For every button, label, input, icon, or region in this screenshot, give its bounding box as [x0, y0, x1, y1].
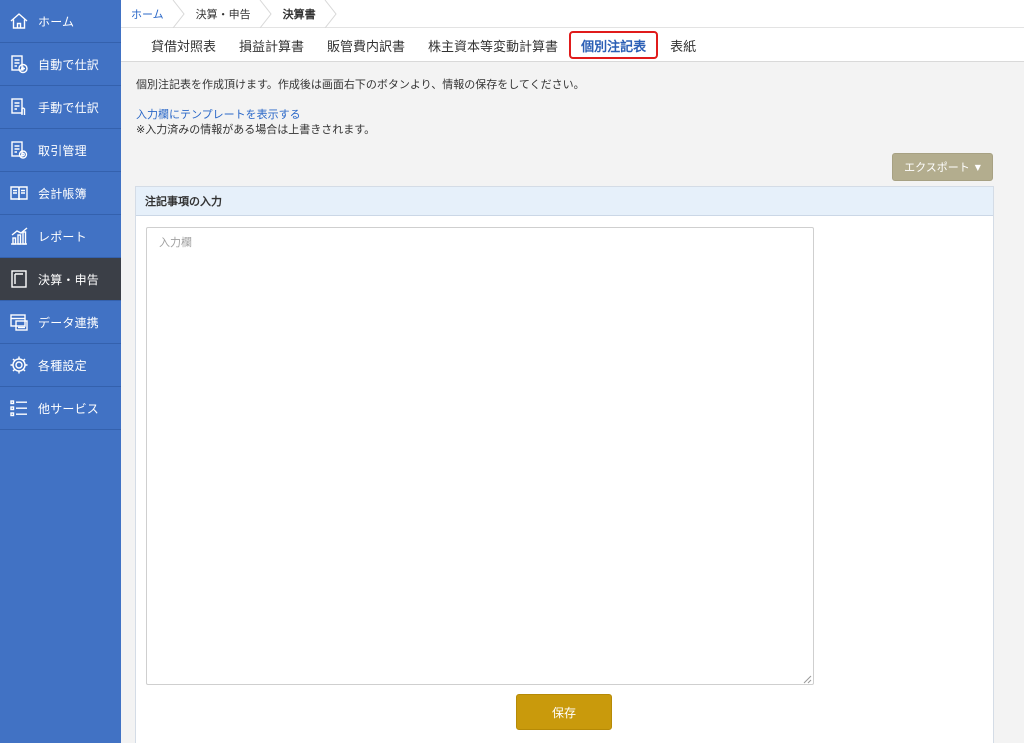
settlement-icon [8, 268, 30, 290]
sidebar-item-transactions[interactable]: 取引管理 [0, 129, 121, 172]
list-icon [8, 397, 30, 419]
tab-equity-changes[interactable]: 株主資本等変動計算書 [428, 31, 558, 59]
breadcrumb-financial-statements: 決算書 [273, 0, 338, 28]
ledger-book-icon [8, 182, 30, 204]
report-chart-icon [8, 225, 30, 247]
sidebar: ホーム 自動で仕訳 手動で仕訳 取引管理 会計帳簿 レポート 決算・申告 データ… [0, 0, 121, 743]
breadcrumb-home[interactable]: ホーム [121, 0, 186, 28]
main-content: 個別注記表を作成頂けます。作成後は画面右下のボタンより、情報の保存をしてください… [121, 62, 1024, 743]
sidebar-item-settlement[interactable]: 決算・申告 [0, 258, 121, 301]
breadcrumb-label[interactable]: ホーム [131, 6, 164, 22]
notes-input-field[interactable] [146, 227, 814, 685]
export-button[interactable]: エクスポート ▼ [892, 153, 993, 181]
sidebar-item-home[interactable]: ホーム [0, 0, 121, 43]
breadcrumb-settlement[interactable]: 決算・申告 [186, 0, 273, 28]
sidebar-item-settings[interactable]: 各種設定 [0, 344, 121, 387]
chevron-right-icon [324, 0, 338, 28]
tab-notes[interactable]: 個別注記表 [569, 31, 659, 59]
sidebar-item-label: 他サービス [38, 401, 100, 416]
home-icon [8, 10, 30, 32]
auto-journal-icon [8, 53, 30, 75]
chevron-right-icon [259, 0, 273, 28]
notes-input-panel: 注記事項の入力 保存 [135, 186, 994, 743]
tab-sga-breakdown[interactable]: 販管費内訳書 [327, 31, 405, 59]
sidebar-item-report[interactable]: レポート [0, 215, 121, 258]
show-template-link[interactable]: 入力欄にテンプレートを表示する [136, 106, 301, 122]
sidebar-item-other-services[interactable]: 他サービス [0, 387, 121, 430]
sidebar-item-ledger[interactable]: 会計帳簿 [0, 172, 121, 215]
sidebar-item-label: 決算・申告 [38, 272, 100, 287]
breadcrumb-label[interactable]: 決算・申告 [196, 6, 251, 22]
sidebar-item-label: 手動で仕訳 [38, 100, 100, 115]
breadcrumb: ホーム 決算・申告 決算書 [121, 0, 1024, 28]
gear-icon [8, 354, 30, 376]
sidebar-item-label: データ連携 [38, 315, 100, 330]
export-button-label: エクスポート [904, 161, 970, 174]
sidebar-item-data-link[interactable]: データ連携 [0, 301, 121, 344]
tab-cover[interactable]: 表紙 [670, 31, 696, 59]
sidebar-item-label: ホーム [38, 14, 75, 29]
breadcrumb-label: 決算書 [282, 7, 316, 21]
overwrite-note: ※入力済みの情報がある場合は上書きされます。 [136, 123, 376, 136]
data-link-icon [8, 311, 30, 333]
manual-journal-icon [8, 96, 30, 118]
statement-tabs: 貸借対照表 損益計算書 販管費内訳書 株主資本等変動計算書 個別注記表 表紙 [121, 29, 1024, 62]
tab-balance-sheet[interactable]: 貸借対照表 [151, 31, 216, 59]
save-button[interactable]: 保存 [516, 694, 612, 730]
sidebar-item-label: レポート [38, 229, 87, 244]
sidebar-item-label: 取引管理 [38, 143, 87, 158]
transaction-icon [8, 139, 30, 161]
sidebar-item-label: 会計帳簿 [38, 186, 87, 201]
page-description: 個別注記表を作成頂けます。作成後は画面右下のボタンより、情報の保存をしてください… [136, 78, 585, 91]
caret-down-icon: ▼ [974, 162, 981, 172]
panel-title: 注記事項の入力 [136, 187, 993, 216]
sidebar-item-label: 各種設定 [38, 358, 87, 373]
sidebar-item-label: 自動で仕訳 [38, 57, 100, 72]
sidebar-item-auto-journal[interactable]: 自動で仕訳 [0, 43, 121, 86]
chevron-right-icon [172, 0, 186, 28]
tab-income-statement[interactable]: 損益計算書 [239, 31, 304, 59]
sidebar-item-manual-journal[interactable]: 手動で仕訳 [0, 86, 121, 129]
resize-grip-icon[interactable] [802, 673, 812, 684]
